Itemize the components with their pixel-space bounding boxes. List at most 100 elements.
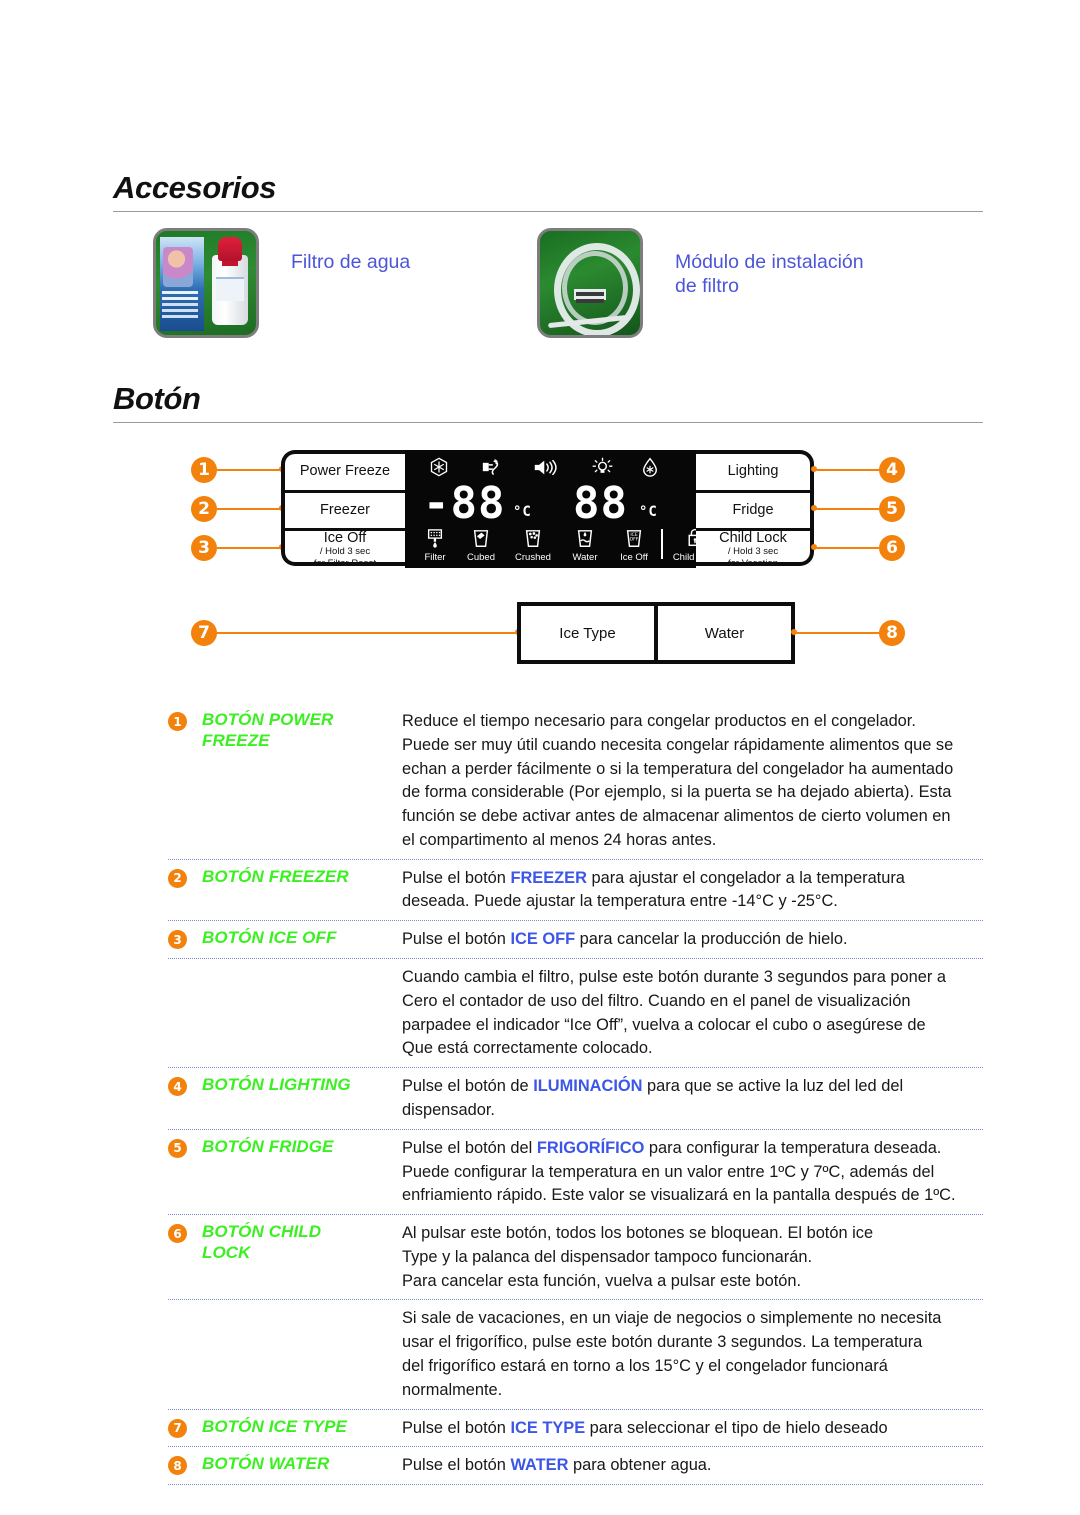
row-number-cell: 6 (168, 1222, 202, 1293)
indicator-cubed: Cubed (457, 528, 505, 563)
description-line: usar el frigorífico, pulse este botón du… (402, 1331, 983, 1355)
indicator-crushed-label: Crushed (515, 552, 551, 563)
filter-install-module-photo (537, 228, 643, 338)
callout-1: 1 (191, 457, 217, 483)
water-glass-icon (577, 530, 593, 547)
accessory-item-filter-module: Módulo de instalación de filtro (537, 228, 864, 338)
description-text: para seleccionar el tipo de hielo desead… (585, 1418, 888, 1437)
filter-shower-icon (427, 529, 443, 548)
row-button-label: BOTÓN FREEZER (202, 867, 402, 915)
button-ice-off-sub-2: for Filter Reset (313, 558, 377, 570)
description-text: función se debe activar antes de almacen… (402, 807, 951, 826)
description-line: normalmente. (402, 1379, 983, 1403)
button-power-freeze[interactable]: Power Freeze (285, 454, 405, 493)
row-number-cell: 5 (168, 1137, 202, 1208)
row-description: Reduce el tiempo necesario para congelar… (402, 710, 983, 853)
row-button-label: BOTÓN WATER (202, 1454, 402, 1478)
row-number-cell: 1 (168, 710, 202, 853)
fridge-temp-value: 88 (573, 478, 628, 529)
row-label-line-1: BOTÓN WATER (202, 1454, 330, 1474)
description-line: dispensador. (402, 1099, 983, 1123)
row-number-cell: 7 (168, 1417, 202, 1441)
description-line: el compartimento al menos 24 horas antes… (402, 829, 983, 853)
table-row: 1 BOTÓN POWER FREEZE Reduce el tiempo neces… (168, 703, 983, 860)
table-row: 7 BOTÓN ICE TYPE Pulse el botón ICE TYPE p… (168, 1410, 983, 1448)
button-water[interactable]: Water (658, 606, 791, 660)
row-button-label: BOTÓN POWER FREEZE (202, 710, 402, 853)
description-line: Puede ser muy útil cuando necesita conge… (402, 734, 983, 758)
button-fridge[interactable]: Fridge (696, 493, 810, 532)
row-number-cell: 3 (168, 928, 202, 952)
description-text: Pulse el botón de (402, 1077, 534, 1096)
description-text: el compartimento al menos 24 horas antes… (402, 830, 717, 849)
row-number-bullet: 3 (168, 930, 187, 950)
description-text: Pulse el botón del (402, 1138, 537, 1157)
description-line: Cuando cambia el filtro, pulse este botó… (402, 966, 983, 990)
callout-leader-6 (815, 547, 879, 549)
description-text: deseada. Puede ajustar la temperatura en… (402, 892, 838, 911)
indicator-cubed-label: Cubed (467, 552, 495, 563)
description-line: Pulse el botón de ILUMINACIÓN para que s… (402, 1075, 983, 1099)
accessory-item-water-filter: Filtro de agua (153, 228, 410, 338)
heading-rule (113, 210, 983, 212)
button-ice-off-label: Ice Off (323, 530, 367, 547)
row-label-line-2: LOCK (202, 1242, 251, 1262)
button-ice-type[interactable]: Ice Type (521, 606, 654, 660)
indicator-filter-label: Filter (424, 552, 446, 563)
row-number-bullet: 4 (168, 1077, 187, 1097)
description-line: Para cancelar esta función, vuelva a pul… (402, 1270, 983, 1294)
description-line: Que está correctamente colocado. (402, 1037, 983, 1061)
alarm-speaker-icon (534, 459, 557, 476)
callout-5: 5 (879, 496, 905, 522)
cubed-ice-glass-icon (473, 530, 489, 547)
row-description: Si sale de vacaciones, en un viaje de ne… (402, 1307, 983, 1402)
button-child-lock-label: Child Lock (719, 530, 787, 547)
left-button-stack: Power Freeze Freezer Ice Off / Hold 3 se… (281, 450, 405, 569)
description-line: Pulse el botón WATER para obtener agua. (402, 1454, 983, 1478)
callout-leader-5 (815, 508, 879, 510)
indicator-water-label: Water (572, 552, 598, 563)
freezer-temp-value: -88 (423, 478, 506, 529)
description-line: enfriamiento rápido. Este valor se visua… (402, 1184, 983, 1208)
callout-leader-8 (795, 632, 879, 634)
row-number-bullet: 1 (168, 712, 187, 731)
accessory-label-line-1: Módulo de instalación (675, 251, 864, 273)
lcd-indicator-row: Filter Cubed Crushed Water ICE OFF Ice O… (405, 528, 717, 564)
callout-leader-1 (217, 469, 281, 471)
button-ice-off-sub-1: / Hold 3 sec (319, 546, 371, 558)
heading-rule-2 (113, 421, 983, 423)
description-text: del frigorífico estará en torno a los 15… (402, 1356, 888, 1375)
indicator-crushed: Crushed (505, 528, 561, 563)
description-line: Al pulsar este botón, todos los botones … (402, 1222, 983, 1246)
button-ice-off[interactable]: Ice Off / Hold 3 sec for Filter Reset (285, 531, 405, 570)
row-number-bullet: 2 (168, 868, 187, 888)
description-text: Type y la palanca del dispensador tampoc… (402, 1247, 813, 1266)
lighting-bulb-icon (592, 457, 613, 473)
button-child-lock[interactable]: Child Lock / Hold 3 sec for Vacation (696, 531, 810, 570)
description-line: Cero el contador de uso del filtro. Cuan… (402, 990, 983, 1014)
indicator-filter: Filter (413, 528, 457, 563)
fridge-temp-unit: °C (639, 504, 658, 520)
description-text: para configurar la temperatura deseada. (644, 1138, 942, 1157)
indicator-water: Water (561, 528, 609, 563)
row-button-label: BOTÓN ICE TYPE (202, 1417, 402, 1441)
row-description: Pulse el botón de ILUMINACIÓN para que s… (402, 1075, 983, 1123)
accessory-label-line-2: de filtro (675, 275, 739, 298)
button-child-lock-sub-1: / Hold 3 sec (727, 546, 779, 558)
description-line: echan a perder fácilmente o si la temper… (402, 758, 983, 782)
description-line: Puede configurar la temperatura en un va… (402, 1161, 983, 1185)
table-row: 5 BOTÓN FRIDGE Pulse el botón del FRIGORÍF… (168, 1130, 983, 1216)
description-text: Cuando cambia el filtro, pulse este botó… (402, 968, 946, 987)
button-lighting[interactable]: Lighting (696, 454, 810, 493)
description-line: parpadee el indicador “Ice Off”, vuelva … (402, 1014, 983, 1038)
row-label-line-1: BOTÓN FRIDGE (202, 1136, 334, 1156)
button-child-lock-sub-2: for Vacation (728, 558, 778, 570)
row-description: Pulse el botón ICE OFF para cancelar la … (402, 928, 983, 952)
description-line: Type y la palanca del dispensador tampoc… (402, 1246, 983, 1270)
highlighted-term: FREEZER (510, 868, 587, 887)
row-description: Pulse el botón del FRIGORÍFICO para conf… (402, 1137, 983, 1208)
accessory-label-water-filter: Filtro de agua (291, 251, 411, 273)
description-text: dispensador. (402, 1100, 495, 1119)
accessory-label-filter-module: Módulo de instalación de filtro (675, 250, 864, 299)
button-freezer[interactable]: Freezer (285, 493, 405, 532)
